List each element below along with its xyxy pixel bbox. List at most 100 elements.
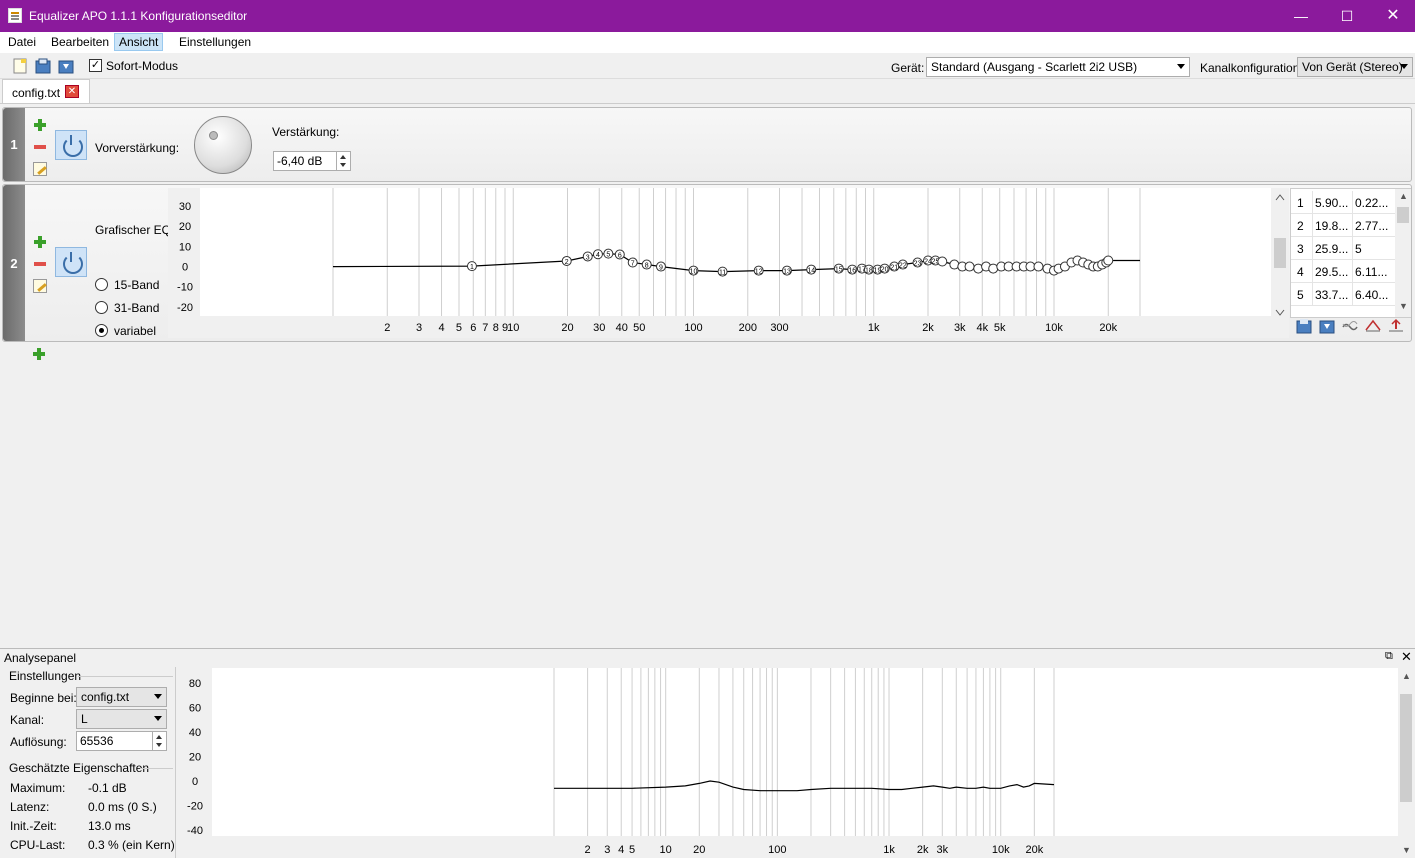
band-marker: [937, 256, 948, 267]
prop-maximum-value: -0.1 dB: [88, 781, 127, 795]
x-tick-label: 2: [585, 844, 591, 856]
menu-ansicht[interactable]: Ansicht: [114, 33, 164, 51]
x-tick-label: 1k: [883, 844, 895, 856]
menu-einstellungen[interactable]: Einstellungen: [179, 35, 251, 49]
band-gain: 2.77...: [1355, 219, 1389, 233]
x-tick-label: 40: [616, 322, 628, 334]
power-toggle-icon[interactable]: [55, 247, 87, 277]
device-select[interactable]: Standard (Ausgang - Scarlett 2i2 USB): [926, 57, 1190, 77]
open-file-icon[interactable]: [1296, 318, 1312, 334]
prop-init-label: Init.-Zeit:: [10, 819, 57, 833]
edit-icon[interactable]: [33, 162, 47, 176]
scroll-thumb[interactable]: [1397, 207, 1409, 223]
y-tick-label: 40: [189, 727, 201, 739]
radio-15-band[interactable]: [95, 278, 108, 291]
open-file-icon[interactable]: [35, 58, 51, 74]
band-marker-label: 6: [618, 252, 622, 259]
table-row[interactable]: 4 29.5... 6.11...: [1291, 260, 1395, 283]
band-gain: 6.40...: [1355, 288, 1389, 302]
instant-mode-label: Sofort-Modus: [106, 59, 179, 73]
analysis-scrollbar[interactable]: ▲ ▼: [1398, 668, 1414, 858]
band-marker-label: 22: [899, 263, 907, 270]
close-icon[interactable]: ✕: [1401, 649, 1412, 665]
tab-label: config.txt: [12, 86, 61, 100]
band-marker-label: 11: [719, 270, 726, 277]
gain-knob[interactable]: [194, 116, 252, 174]
add-block-icon[interactable]: [33, 348, 45, 360]
new-file-icon[interactable]: [12, 58, 28, 74]
scroll-up-icon[interactable]: ▲: [1402, 671, 1411, 681]
column-divider: [1312, 283, 1313, 306]
save-file-icon[interactable]: [58, 58, 74, 74]
normalize-curve-icon[interactable]: [1365, 318, 1381, 334]
table-scrollbar[interactable]: ▲ ▼: [1395, 189, 1411, 317]
save-file-icon[interactable]: [1319, 318, 1335, 334]
close-button[interactable]: ✕: [1370, 0, 1415, 32]
y-tick-label: 80: [189, 678, 201, 690]
x-tick-label: 6: [470, 322, 476, 334]
band-marker-label: 8: [645, 263, 649, 270]
channel-select-value: L: [81, 712, 88, 726]
scroll-up-icon[interactable]: ▲: [1399, 191, 1408, 201]
close-icon[interactable]: ✕: [65, 85, 79, 98]
device-select-value: Standard (Ausgang - Scarlett 2i2 USB): [931, 60, 1138, 74]
tab-config[interactable]: config.txt ✕: [2, 79, 90, 103]
menu-datei[interactable]: Datei: [8, 35, 36, 49]
spin-buttons[interactable]: [152, 732, 166, 750]
gain-value: -6,40 dB: [277, 154, 323, 168]
y-tick-label: 10: [179, 241, 191, 253]
x-tick-label: 7: [482, 322, 488, 334]
start-select[interactable]: config.txt: [76, 687, 167, 707]
edit-icon[interactable]: [33, 279, 47, 293]
table-row[interactable]: 5 33.7... 6.40...: [1291, 283, 1395, 306]
x-tick-label: 20: [693, 844, 705, 856]
spin-buttons[interactable]: [336, 152, 350, 170]
document-area: 1 Vorverstärkung: Verstärkung: -6,40 dB …: [0, 103, 1415, 640]
invert-curve-icon[interactable]: [1342, 318, 1358, 334]
x-tick-label: 10k: [1045, 322, 1063, 334]
radio-31-band-label: 31-Band: [114, 301, 160, 315]
column-divider: [1352, 237, 1353, 260]
prop-latency-value: 0.0 ms (0 S.): [88, 800, 157, 814]
y-tick-label: 20: [189, 752, 201, 764]
x-tick-label: 3k: [937, 844, 949, 856]
band-marker: [964, 261, 975, 272]
power-toggle-icon[interactable]: [55, 130, 87, 160]
x-tick-label: 20k: [1025, 844, 1043, 856]
eq-graph[interactable]: 3020100-10-202 3 4 5 6 8 10 20 30 40 50 100 200 300 1k…: [168, 188, 1289, 338]
radio-variable[interactable]: [95, 324, 108, 337]
scroll-thumb[interactable]: [1400, 694, 1412, 802]
band-frequency: 25.9...: [1315, 242, 1349, 256]
table-row[interactable]: 1 5.90... 0.22...: [1291, 191, 1395, 214]
instant-mode-checkbox[interactable]: ✓: [89, 59, 102, 72]
resolution-spinbox[interactable]: 65536: [76, 731, 167, 751]
channel-config-label: Kanalkonfiguration:: [1200, 61, 1303, 75]
minimize-button[interactable]: —: [1278, 0, 1324, 32]
y-tick-label: 20: [179, 221, 191, 233]
band-marker-label: 12: [755, 269, 763, 276]
reset-curve-icon[interactable]: [1388, 318, 1404, 334]
channel-config-select[interactable]: Von Gerät (Stereo): [1297, 57, 1413, 77]
column-divider: [1312, 191, 1313, 214]
scroll-down-icon[interactable]: ▼: [1399, 301, 1408, 311]
scroll-down-icon[interactable]: ▼: [1402, 845, 1411, 855]
radio-31-band[interactable]: [95, 301, 108, 314]
undock-icon[interactable]: ⧉: [1385, 650, 1393, 663]
add-filter-icon[interactable]: [34, 236, 46, 248]
y-tick-label: -10: [177, 282, 193, 294]
start-select-value: config.txt: [81, 690, 130, 704]
x-tick-label: 3: [416, 322, 422, 334]
gain-spinbox[interactable]: -6,40 dB: [273, 151, 351, 171]
band-frequency: 29.5...: [1315, 265, 1349, 279]
add-filter-icon[interactable]: [34, 119, 46, 131]
table-row[interactable]: 2 19.8... 2.77...: [1291, 214, 1395, 237]
x-tick-label: 9: [502, 322, 508, 334]
channel-select[interactable]: L: [76, 709, 167, 729]
maximize-button[interactable]: ☐: [1324, 0, 1370, 32]
app-icon: [8, 8, 22, 23]
column-divider: [1352, 214, 1353, 237]
remove-filter-icon[interactable]: [34, 145, 46, 149]
remove-filter-icon[interactable]: [34, 262, 46, 266]
table-row[interactable]: 3 25.9... 5: [1291, 237, 1395, 260]
menu-bearbeiten[interactable]: Bearbeiten: [51, 35, 109, 49]
